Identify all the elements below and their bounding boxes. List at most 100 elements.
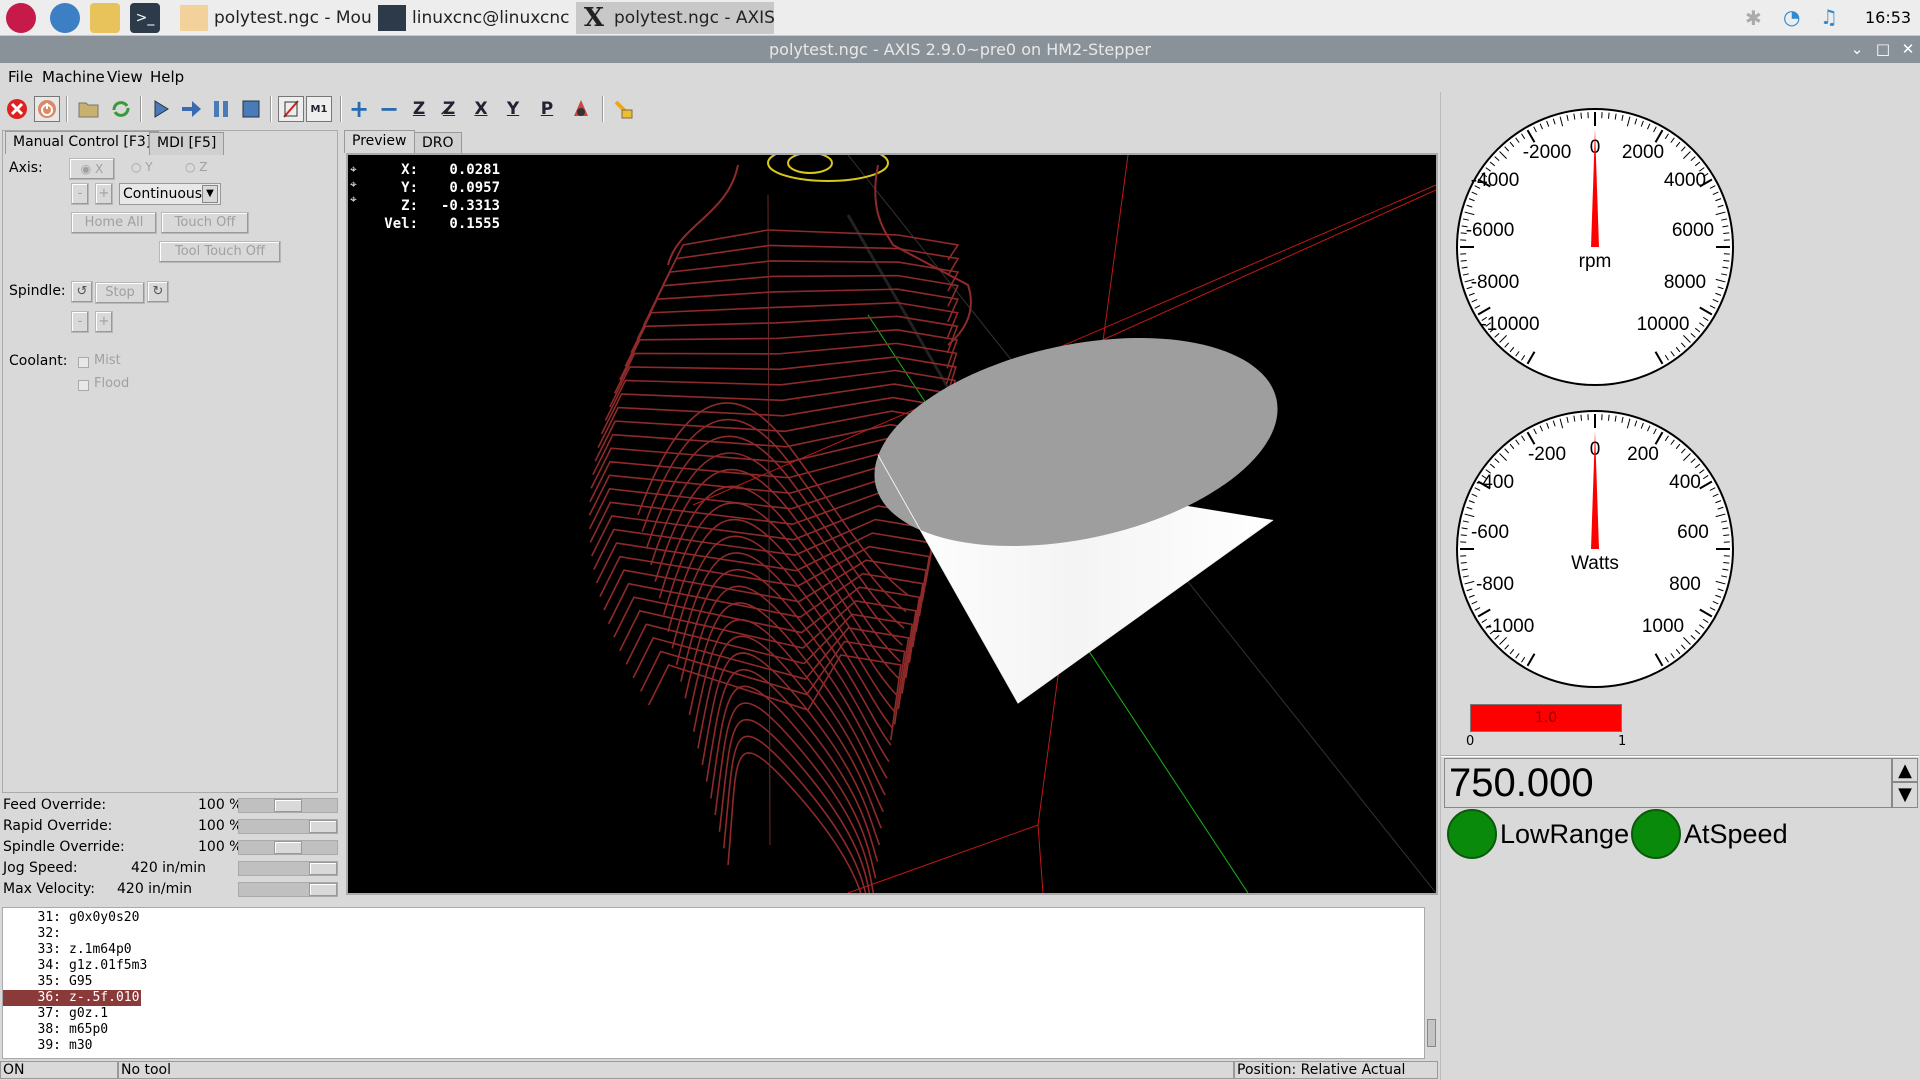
- raspberry-menu-icon[interactable]: [6, 3, 36, 33]
- line-number: 31:: [37, 910, 61, 925]
- axis-y-radio[interactable]: ○ Y: [131, 160, 153, 174]
- gcode-listing[interactable]: 31: g0x0y0s20 32: 33: z.1m64p0 34: g1z.01f5m3 3…: [2, 907, 1438, 1059]
- desktop-taskbar: >_ polytest.ngc - Mouse... linuxcnc@linu…: [0, 0, 1920, 36]
- override-slider[interactable]: [238, 798, 338, 813]
- file-manager-icon[interactable]: [90, 3, 120, 33]
- scrollbar-thumb[interactable]: [1427, 1019, 1436, 1047]
- step-icon[interactable]: [178, 96, 204, 122]
- view-x-icon[interactable]: X: [468, 96, 494, 122]
- mist-checkbox[interactable]: [78, 357, 89, 368]
- tool-touch-off-button[interactable]: Tool Touch Off: [159, 241, 281, 263]
- task-terminal[interactable]: linuxcnc@linuxcnc: ~: [374, 2, 570, 34]
- flood-checkbox[interactable]: [78, 380, 89, 391]
- toolpath-segment: [722, 735, 867, 893]
- override-slider[interactable]: [238, 882, 338, 897]
- dro-row: X: 0.0281: [382, 162, 500, 178]
- view-z-icon[interactable]: Z: [406, 96, 432, 122]
- menu-view[interactable]: View: [107, 68, 143, 86]
- tab-dro[interactable]: DRO: [414, 132, 462, 153]
- spindle-ccw-icon[interactable]: ↺: [71, 281, 93, 303]
- stop-icon[interactable]: [238, 96, 264, 122]
- web-browser-icon[interactable]: [50, 3, 80, 33]
- menu-help[interactable]: Help: [150, 68, 184, 86]
- close-icon[interactable]: ✕: [1896, 36, 1920, 63]
- spindle-cw-icon[interactable]: ↻: [147, 281, 169, 303]
- gcode-scrollbar[interactable]: [1424, 907, 1438, 1059]
- pause-icon[interactable]: [208, 96, 234, 122]
- terminal-icon[interactable]: >_: [130, 3, 160, 33]
- touch-off-button[interactable]: Touch Off: [161, 212, 249, 234]
- mousepad-icon: [180, 5, 208, 31]
- gcode-line[interactable]: 36: z-.5f.010: [3, 990, 1423, 1006]
- reload-icon[interactable]: [108, 96, 134, 122]
- override-slider[interactable]: [238, 819, 338, 834]
- gcode-line[interactable]: 32:: [3, 926, 1423, 942]
- slider-knob[interactable]: [274, 799, 302, 812]
- minimize-icon[interactable]: ⌄: [1845, 36, 1869, 63]
- menu-machine[interactable]: Machine: [42, 68, 105, 86]
- menu-file[interactable]: File: [8, 68, 33, 86]
- spindle-faster-button[interactable]: +: [95, 311, 113, 333]
- slider-knob[interactable]: [309, 862, 337, 875]
- gcode-line[interactable]: 39: m30: [3, 1038, 1423, 1054]
- home-all-button[interactable]: Home All: [71, 212, 157, 234]
- view-p-icon[interactable]: P: [534, 96, 560, 122]
- toolpath-segment: [667, 164, 972, 346]
- slider-knob[interactable]: [274, 841, 302, 854]
- toolpath-canvas[interactable]: [348, 155, 1436, 893]
- overrides-panel: Feed Override: 100 % Rapid Override: 100 % S…: [0, 795, 340, 905]
- override-label: Max Velocity:: [3, 881, 96, 897]
- jog-minus-button[interactable]: -: [71, 183, 89, 205]
- spindle-speed-spinbox[interactable]: 750.000: [1444, 758, 1892, 808]
- slider-knob[interactable]: [309, 820, 337, 833]
- spin-up-icon[interactable]: ▲: [1892, 758, 1918, 782]
- block-delete-icon[interactable]: [278, 96, 304, 122]
- gauge-tick-label: 2000: [1622, 142, 1664, 163]
- coolant-label: Coolant:: [9, 353, 68, 369]
- toolbar-separator: [602, 96, 604, 122]
- gcode-line[interactable]: 37: g0z.1: [3, 1006, 1423, 1022]
- open-file-icon[interactable]: [76, 96, 102, 122]
- dro-axis: Z:: [401, 198, 418, 214]
- gcode-line[interactable]: 35: G95: [3, 974, 1423, 990]
- rotate-view-icon[interactable]: [568, 96, 594, 122]
- line-code: g0x0y0s20: [69, 910, 140, 925]
- tab-mdi[interactable]: MDI [F5]: [149, 132, 225, 155]
- gcode-line[interactable]: 33: z.1m64p0: [3, 942, 1423, 958]
- toolpath-preview[interactable]: ⌖ ⌖ ⌖ X: 0.0281 Y: 0.0957 Z: -0.3313 Vel: 0.1555: [346, 153, 1438, 895]
- override-slider[interactable]: [238, 840, 338, 855]
- optional-stop-icon[interactable]: M1: [306, 96, 332, 122]
- estop-icon[interactable]: [4, 96, 30, 122]
- axis-x-radio[interactable]: ◉ X: [69, 158, 115, 180]
- line-code: g1z.01f5m3: [69, 958, 148, 973]
- view-z2-icon[interactable]: Z̸: [436, 96, 462, 122]
- machine-power-icon[interactable]: [34, 96, 60, 122]
- clear-plot-icon[interactable]: [610, 96, 636, 122]
- run-icon[interactable]: [148, 96, 174, 122]
- spindle-slower-button[interactable]: -: [71, 311, 89, 333]
- gcode-line[interactable]: 31: g0x0y0s20: [3, 910, 1423, 926]
- task-mousepad[interactable]: polytest.ngc - Mouse...: [176, 2, 371, 34]
- task-axis[interactable]: X polytest.ngc - AXIS 2....: [576, 2, 774, 34]
- override-slider[interactable]: [238, 861, 338, 876]
- tab-preview[interactable]: Preview: [344, 130, 415, 153]
- status-bar: ON No tool Position: Relative Actual: [0, 1060, 1440, 1080]
- mist-label: Mist: [94, 353, 121, 368]
- spin-down-icon[interactable]: ▼: [1892, 782, 1918, 808]
- tab-manual-control[interactable]: Manual Control [F3]: [5, 131, 160, 154]
- jog-mode-select[interactable]: Continuous ▼: [119, 183, 221, 205]
- override-value: 420 in/min: [117, 881, 193, 897]
- view-y-icon[interactable]: Y: [500, 96, 526, 122]
- axis-z-radio[interactable]: ○ Z: [185, 160, 208, 174]
- slider-knob[interactable]: [309, 883, 337, 896]
- gcode-line[interactable]: 38: m65p0: [3, 1022, 1423, 1038]
- bluetooth-icon[interactable]: ✱: [1745, 6, 1762, 30]
- maximize-icon[interactable]: □: [1871, 36, 1895, 63]
- wifi-icon[interactable]: ◔: [1783, 5, 1800, 29]
- spindle-stop-button[interactable]: Stop: [95, 282, 145, 304]
- gcode-line[interactable]: 34: g1z.01f5m3: [3, 958, 1423, 974]
- zoom-in-icon[interactable]: +: [346, 95, 372, 123]
- zoom-out-icon[interactable]: −: [376, 95, 402, 123]
- volume-icon[interactable]: ♫: [1820, 5, 1838, 29]
- jog-plus-button[interactable]: +: [95, 183, 113, 205]
